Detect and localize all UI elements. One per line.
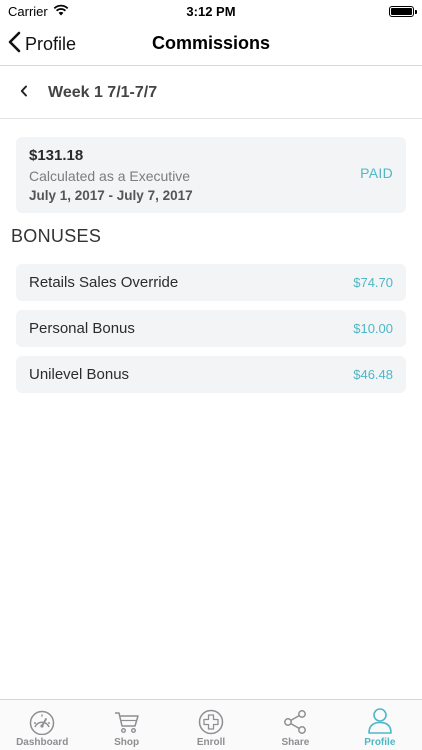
week-title: Week 1 7/1-7/7 xyxy=(48,83,158,101)
tab-profile[interactable]: Profile xyxy=(338,700,422,750)
bonus-label: Unilevel Bonus xyxy=(29,366,130,383)
bonus-label: Retails Sales Override xyxy=(29,274,179,291)
bonus-row-personal-bonus[interactable]: Personal Bonus $10.00 xyxy=(16,310,406,347)
tab-label: Share xyxy=(281,737,310,748)
back-button-label: Profile xyxy=(25,33,77,54)
commissions-screen: Carrier 3:12 PM Profile Commissions Week… xyxy=(0,0,422,750)
previous-week-button[interactable] xyxy=(0,67,48,119)
chevron-left-icon xyxy=(20,84,28,102)
cart-icon xyxy=(113,709,141,735)
plus-circle-icon xyxy=(197,709,225,735)
payment-status-badge: PAID xyxy=(360,165,393,181)
bonuses-section-title: BONUSES xyxy=(11,226,102,246)
status-bar: Carrier 3:12 PM xyxy=(0,0,422,22)
page-title: Commissions xyxy=(151,33,271,53)
calculated-rank: Calculated as a Executive xyxy=(29,168,191,184)
dashboard-gauge-icon xyxy=(28,709,56,735)
tab-label: Enroll xyxy=(196,737,226,748)
tab-bar: Dashboard Shop Enroll Share Profile xyxy=(0,699,422,750)
date-range: July 1, 2017 - July 7, 2017 xyxy=(29,188,193,203)
bonus-row-retail-sales-override[interactable]: Retails Sales Override $74.70 xyxy=(16,264,406,301)
tab-shop[interactable]: Shop xyxy=(84,700,168,750)
bonus-label: Personal Bonus xyxy=(29,320,135,337)
tab-label: Shop xyxy=(114,737,140,748)
tab-dashboard[interactable]: Dashboard xyxy=(0,700,84,750)
bonus-amount: $46.48 xyxy=(353,367,393,382)
status-left: Carrier xyxy=(8,4,69,19)
bonus-amount: $10.00 xyxy=(353,321,393,336)
week-header: Week 1 7/1-7/7 xyxy=(0,67,422,119)
back-to-profile-button[interactable]: Profile xyxy=(8,22,76,66)
share-icon xyxy=(281,709,309,735)
bonus-row-unilevel-bonus[interactable]: Unilevel Bonus $46.48 xyxy=(16,356,406,393)
battery-level xyxy=(391,7,412,15)
bonus-amount: $74.70 xyxy=(353,275,393,290)
tab-enroll[interactable]: Enroll xyxy=(169,700,253,750)
tab-label: Profile xyxy=(364,737,396,748)
navigation-bar: Profile Commissions xyxy=(0,22,422,66)
battery-icon xyxy=(389,5,417,17)
person-icon xyxy=(366,707,394,735)
tab-share[interactable]: Share xyxy=(253,700,337,750)
commission-summary-card: $131.18 Calculated as a Executive July 1… xyxy=(16,137,406,213)
wifi-icon xyxy=(53,4,69,19)
carrier-label: Carrier xyxy=(8,3,48,19)
chevron-left-icon xyxy=(8,31,21,58)
tab-label: Dashboard xyxy=(16,737,69,748)
total-amount: $131.18 xyxy=(29,147,84,164)
